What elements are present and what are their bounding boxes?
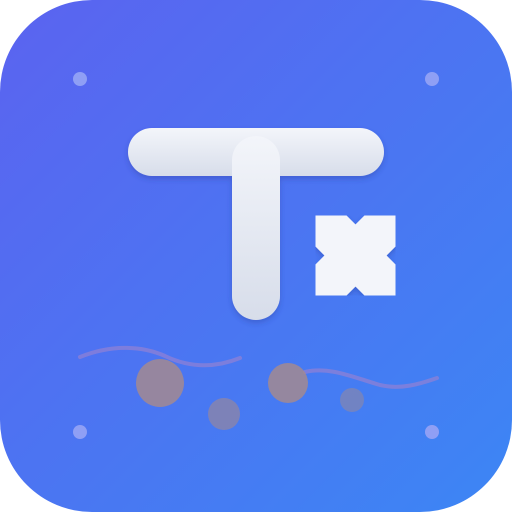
letter-t-stem: [232, 136, 280, 320]
bubble-small: [208, 398, 240, 430]
bubble-tiny: [340, 388, 364, 412]
app-icon: [0, 0, 512, 512]
corner-dot-top-right: [425, 72, 439, 86]
corner-dot-top-left: [73, 72, 87, 86]
clear-formatting-icon: [0, 0, 512, 512]
corner-dot-bottom-left: [73, 425, 87, 439]
corner-dot-bottom-right: [425, 425, 439, 439]
letter-x-glyph: [305, 205, 406, 306]
bubble-medium: [268, 363, 308, 403]
bubble-large: [136, 359, 184, 407]
